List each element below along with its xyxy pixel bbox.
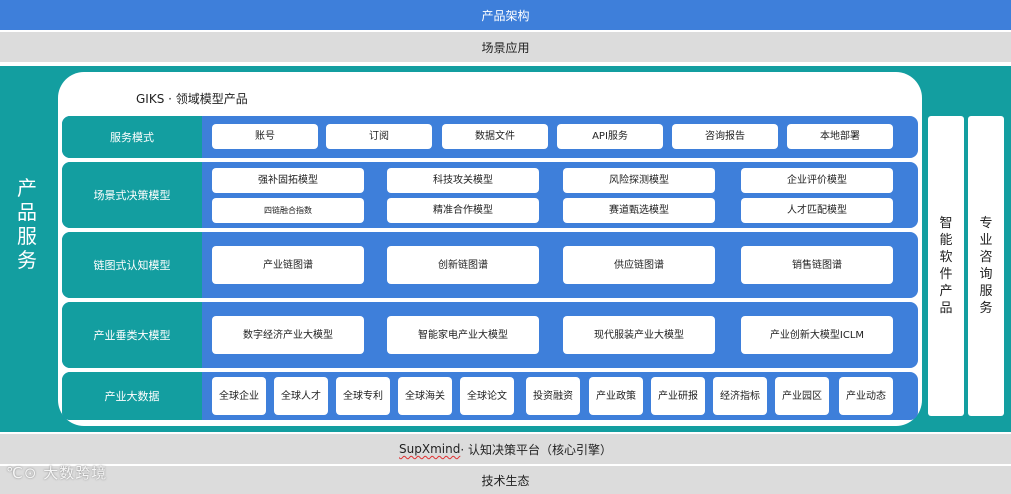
platform-band: SupXmind · 认知决策平台（核心引擎） [0,434,1011,464]
vertical-cell: 现代服装产业大模型 [563,316,715,354]
row-label: 产业大数据 [62,372,202,420]
watermark: ℃⊙ 大数跨境 [6,464,108,482]
scene-application-label: 场景应用 [481,40,530,55]
service-cell: 账号 [212,124,318,149]
service-cell: 咨询报告 [672,124,778,149]
scenario-cell: 四链融合指数 [212,198,364,223]
row-label: 服务模式 [62,116,202,158]
chain-cognition-model-row: 链图式认知模型 产业链图谱 创新链图谱 供应链图谱 销售链图谱 [62,232,918,298]
scenario-decision-model-row: 场景式决策模型 强补固拓模型 科技攻关模型 风险探测模型 企业评价模型 四链融合… [62,162,918,228]
bigdata-cell: 产业 研报 [651,377,705,415]
service-cell: 数据文件 [442,124,548,149]
bigdata-cell: 全球 专利 [336,377,390,415]
service-cell: 订阅 [326,124,432,149]
bigdata-cell: 产业 政策 [589,377,643,415]
product-service-label: 产 品 服 务 [17,176,37,272]
service-cell: 本地部署 [787,124,893,149]
chain-cell: 供应链图谱 [563,246,715,284]
bigdata-cell: 产业 动态 [839,377,893,415]
chain-cell: 创新链图谱 [387,246,539,284]
row-label: 产业垂类大模型 [62,302,202,368]
professional-consulting-box: 专 业 咨 询 服 务 [968,116,1004,416]
scenario-cell: 科技攻关模型 [387,168,539,193]
vertical-cell: 产业创新大模型ICLM [741,316,893,354]
row-label: 场景式决策模型 [62,162,202,228]
scene-application-band: 场景应用 [0,32,1011,62]
service-mode-row: 服务模式 账号 订阅 数据文件 API服务 咨询报告 本地部署 [62,116,918,158]
bigdata-cell: 产业 园区 [775,377,829,415]
vertical-cell: 智能家电产业大模型 [387,316,539,354]
platform-description: · 认知决策平台（核心引擎） [460,442,612,457]
tech-ecosystem-label: 技术生态 [481,473,530,488]
smart-software-product-box: 智 能 软 件 产 品 [928,116,964,416]
vertical-cell: 数字经济产业大模型 [212,316,364,354]
vertical-industry-model-row: 产业垂类大模型 数字经济产业大模型 智能家电产业大模型 现代服装产业大模型 产业… [62,302,918,368]
scenario-cell: 赛道甄选模型 [563,198,715,223]
bigdata-cell: 经济 指标 [713,377,767,415]
chain-cell: 销售链图谱 [741,246,893,284]
bigdata-cell: 全球 人才 [274,377,328,415]
platform-brand: SupXmind [399,442,461,456]
architecture-title-band: 产品架构 [0,0,1011,30]
scenario-cell: 强补固拓模型 [212,168,364,193]
row-label: 链图式认知模型 [62,232,202,298]
giks-title: GIKS · 领域模型产品 [136,92,248,106]
watermark-logo-icon: ℃⊙ [6,464,44,482]
scenario-cell: 企业评价模型 [741,168,893,193]
product-service-area: 产 品 服 务 GIKS · 领域模型产品 服务模式 账号 订阅 数据文件 AP… [0,66,1011,432]
industry-big-data-row: 产业大数据 全球 企业 全球 人才 全球 专利 全球 海关 全球 论文 投资 融资 产业 政策… [62,372,918,420]
bigdata-cell: 全球 海关 [398,377,452,415]
service-cell: API服务 [557,124,663,149]
giks-domain-model-panel: GIKS · 领域模型产品 服务模式 账号 订阅 数据文件 API服务 咨询报告… [58,72,922,426]
scenario-cell: 精准合作模型 [387,198,539,223]
bigdata-cell: 全球 企业 [212,377,266,415]
chain-cell: 产业链图谱 [212,246,364,284]
bigdata-cell: 投资 融资 [526,377,580,415]
tech-ecosystem-band: 技术生态 [0,466,1011,494]
architecture-title: 产品架构 [481,8,530,23]
scenario-cell: 人才匹配模型 [741,198,893,223]
bigdata-cell: 全球 论文 [460,377,514,415]
scenario-cell: 风险探测模型 [563,168,715,193]
